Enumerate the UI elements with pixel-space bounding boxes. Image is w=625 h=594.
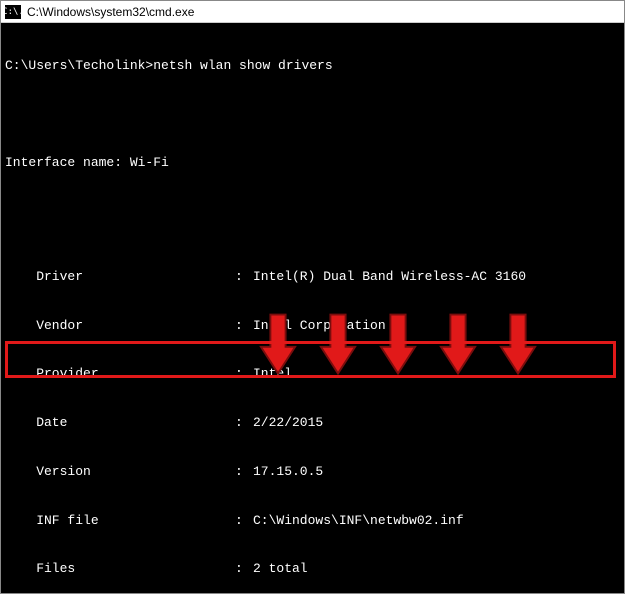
prompt-path: C:\Users\Techolink> — [5, 58, 153, 73]
down-arrow-icon — [319, 277, 357, 345]
label-driver: Driver — [5, 269, 235, 285]
value-driver: Intel(R) Dual Band Wireless-AC 3160 — [253, 269, 620, 285]
value-vendor: Intel Corporation — [253, 318, 620, 334]
terminal-output[interactable]: C:\Users\Techolink>netsh wlan show drive… — [1, 23, 624, 593]
label-files: Files — [5, 561, 235, 577]
interface-line: Interface name: Wi-Fi — [5, 155, 620, 171]
down-arrow-icon — [379, 277, 417, 345]
down-arrow-icon — [499, 277, 537, 345]
prompt-line: C:\Users\Techolink>netsh wlan show drive… — [5, 58, 620, 74]
row-provider: Provider: Intel — [5, 366, 620, 382]
value-inf: C:\Windows\INF\netwbw02.inf — [253, 513, 620, 529]
row-version: Version: 17.15.0.5 — [5, 464, 620, 480]
row-vendor: Vendor: Intel Corporation — [5, 318, 620, 334]
label-date: Date — [5, 415, 235, 431]
value-provider: Intel — [253, 366, 620, 382]
row-date: Date: 2/22/2015 — [5, 415, 620, 431]
annotation-arrows — [259, 277, 537, 345]
interface-label: Interface name: — [5, 155, 130, 170]
row-inf: INF file: C:\Windows\INF\netwbw02.inf — [5, 513, 620, 529]
value-files: 2 total — [253, 561, 620, 577]
titlebar[interactable]: C:\. C:\Windows\system32\cmd.exe — [1, 1, 624, 23]
down-arrow-icon — [439, 277, 477, 345]
label-version: Version — [5, 464, 235, 480]
blank — [5, 204, 620, 220]
prompt-command: netsh wlan show drivers — [153, 58, 332, 73]
window-title: C:\Windows\system32\cmd.exe — [27, 5, 194, 19]
cmd-window: C:\. C:\Windows\system32\cmd.exe C:\User… — [0, 0, 625, 594]
value-date: 2/22/2015 — [253, 415, 620, 431]
row-files: Files: 2 total — [5, 561, 620, 577]
row-driver: Driver: Intel(R) Dual Band Wireless-AC 3… — [5, 269, 620, 285]
label-vendor: Vendor — [5, 318, 235, 334]
interface-value: Wi-Fi — [130, 155, 169, 170]
blank — [5, 106, 620, 122]
cmd-icon: C:\. — [5, 5, 21, 19]
value-version: 17.15.0.5 — [253, 464, 620, 480]
label-provider: Provider — [5, 366, 235, 382]
label-inf: INF file — [5, 513, 235, 529]
down-arrow-icon — [259, 277, 297, 345]
